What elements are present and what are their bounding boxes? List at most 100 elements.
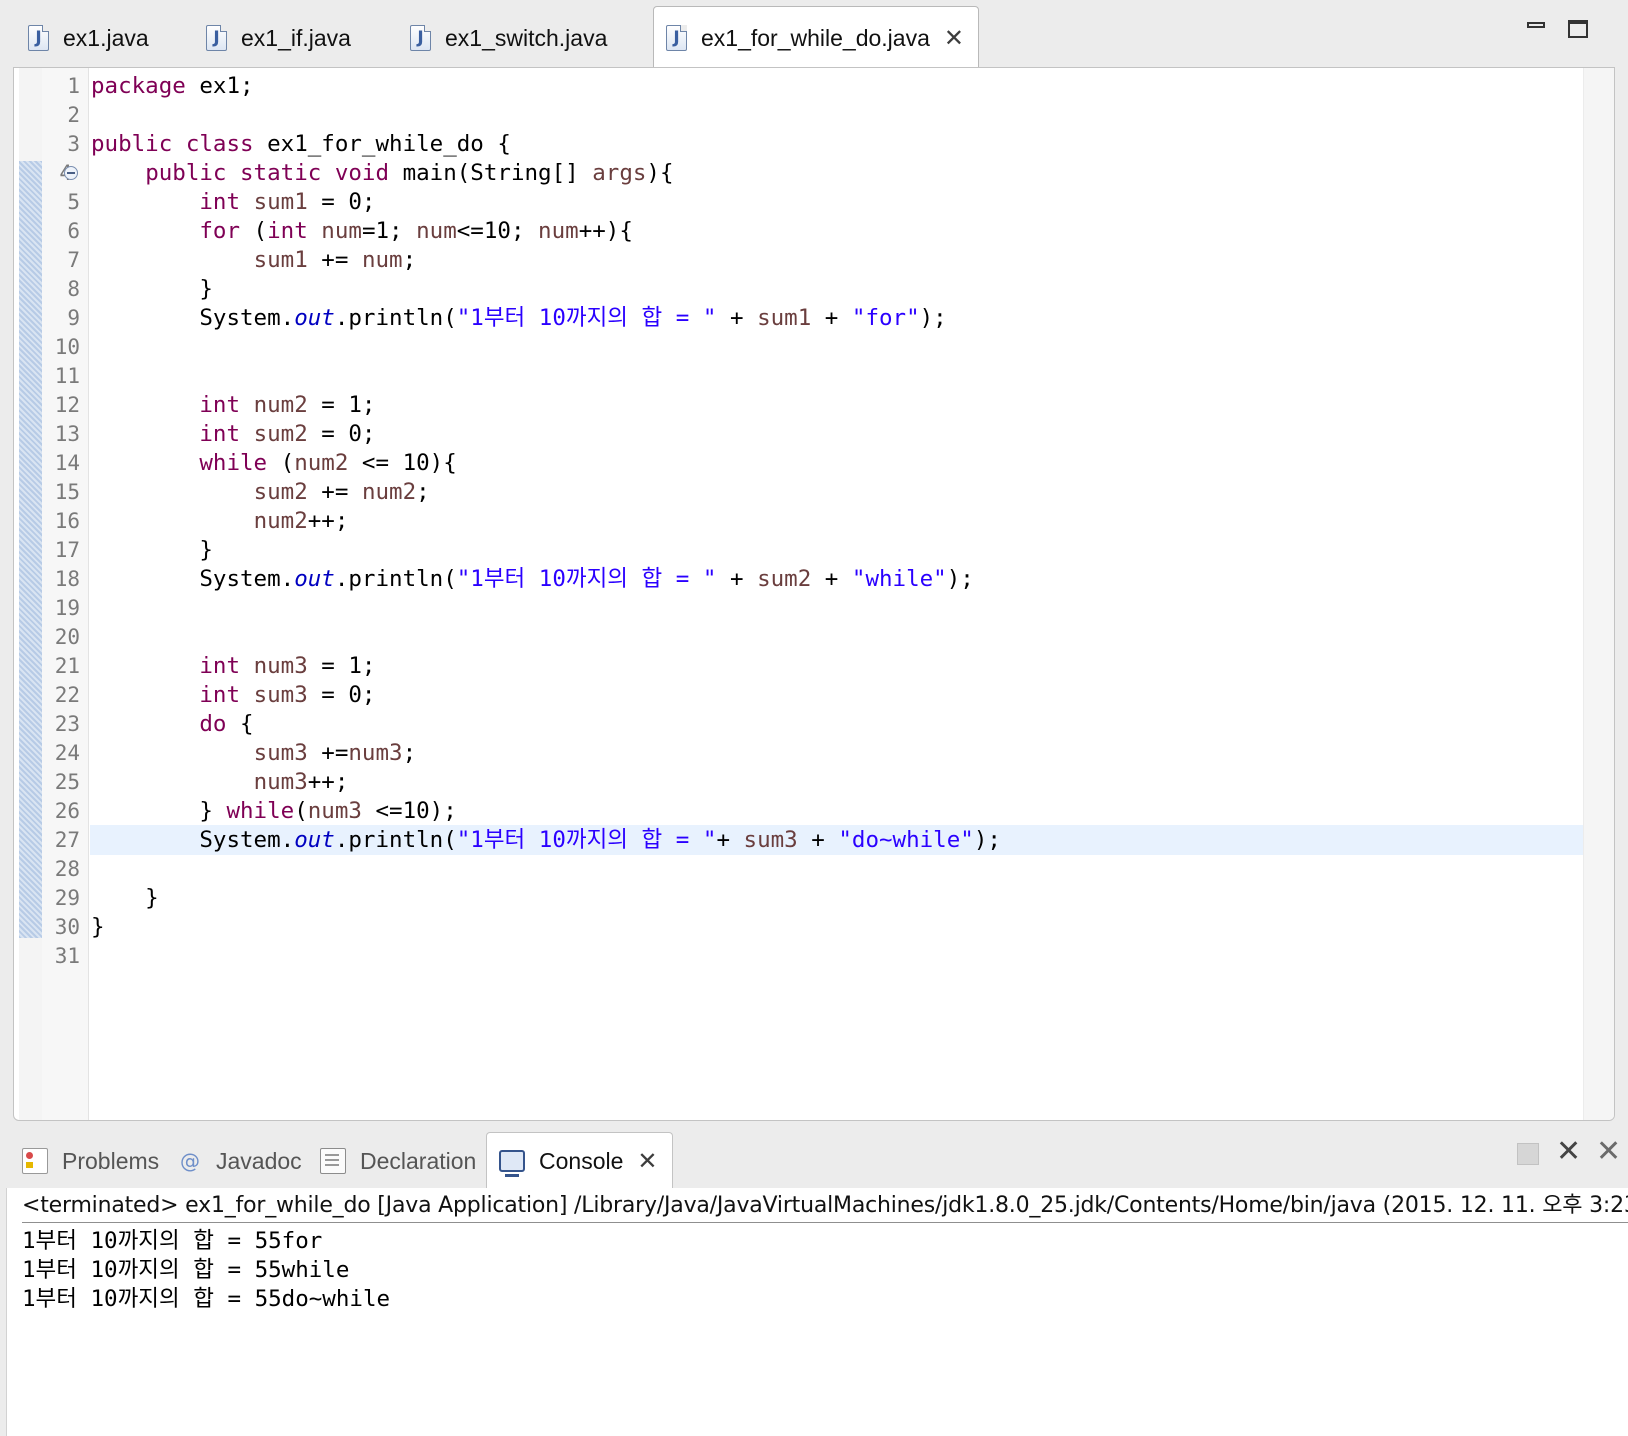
code-line[interactable]: System.out.println("1부터 10까지의 합 = "+ sum…	[90, 825, 1584, 855]
code-line[interactable]: public class ex1_for_while_do {	[90, 129, 1584, 159]
code-line[interactable]: System.out.println("1부터 10까지의 합 = " + su…	[90, 303, 1584, 333]
code-line[interactable]: int sum1 = 0;	[90, 187, 1584, 217]
range-indicator	[19, 161, 42, 938]
code-token: num2	[361, 479, 417, 505]
line-number: 16	[54, 509, 80, 533]
code-line[interactable]: System.out.println("1부터 10까지의 합 = " + su…	[90, 564, 1584, 594]
editor-tab-label: ex1_if.java	[241, 24, 351, 51]
code-token: .println(	[334, 827, 457, 853]
minimize-button[interactable]	[1525, 18, 1547, 40]
line-number: 22	[54, 683, 80, 707]
code-token: }	[91, 537, 213, 563]
editor-tab-ex1-for-while-do[interactable]: J ex1_for_while_do.java ✕	[653, 6, 979, 69]
code-token: +	[716, 305, 758, 331]
editor-tab-ex1[interactable]: J ex1.java	[28, 8, 149, 68]
code-line[interactable]	[90, 854, 1584, 884]
code-line[interactable]	[90, 100, 1584, 130]
line-number: 18	[54, 567, 80, 591]
line-number: 5	[67, 190, 80, 214]
code-token: (	[240, 218, 268, 244]
editor-tab-ex1-switch[interactable]: J ex1_switch.java	[410, 8, 607, 68]
code-token: num2	[253, 392, 308, 418]
code-token: int	[199, 421, 241, 447]
code-line[interactable]: sum2 += num2;	[90, 477, 1584, 507]
code-token: "1부터 10까지의 합 = "	[456, 566, 717, 592]
code-token: ){	[646, 160, 674, 186]
code-line[interactable]: for (int num=1; num<=10; num++){	[90, 216, 1584, 246]
code-line[interactable]: int num2 = 1;	[90, 390, 1584, 420]
line-number: 25	[54, 770, 80, 794]
code-token: <=10);	[361, 798, 457, 824]
maximize-button[interactable]	[1568, 18, 1590, 40]
code-line[interactable]: }	[90, 535, 1584, 565]
line-number: 3	[67, 132, 80, 156]
line-number: 29	[54, 886, 80, 910]
code-line[interactable]: package ex1;	[90, 71, 1584, 101]
code-line[interactable]	[90, 332, 1584, 362]
code-line[interactable]: sum1 += num;	[90, 245, 1584, 275]
code-line[interactable]	[90, 622, 1584, 652]
code-token: num	[538, 218, 579, 244]
code-token: <= 10){	[348, 450, 457, 476]
code-line[interactable]	[90, 361, 1584, 391]
code-line[interactable]: int num3 = 1;	[90, 651, 1584, 681]
console-divider	[22, 1222, 1628, 1223]
code-line[interactable]: } while(num3 <=10);	[90, 796, 1584, 826]
code-area[interactable]: package ex1; public class ex1_for_while_d…	[90, 68, 1584, 1120]
tab-problems[interactable]: Problems	[22, 1134, 159, 1188]
tab-declaration[interactable]: Declaration	[320, 1134, 476, 1188]
code-line[interactable]: sum3 +=num3;	[90, 738, 1584, 768]
collapse-fold-icon[interactable]	[64, 166, 78, 180]
editor-tab-label: ex1_switch.java	[445, 24, 608, 51]
code-token: sum3	[743, 827, 798, 853]
close-tab-icon[interactable]: ✕	[944, 26, 964, 50]
close-console-icon[interactable]: ✕	[637, 1149, 657, 1173]
code-line[interactable]: public static void main(String[] args){	[90, 158, 1584, 188]
code-line[interactable]: int sum3 = 0;	[90, 680, 1584, 710]
code-token: );	[919, 305, 947, 331]
code-token: .println(	[334, 305, 457, 331]
line-number: 15	[54, 480, 80, 504]
code-token: out	[294, 827, 335, 853]
code-line[interactable]: }	[90, 274, 1584, 304]
code-line[interactable]: }	[90, 883, 1584, 913]
code-token: "do~while"	[838, 827, 974, 853]
terminate-button[interactable]	[1517, 1143, 1539, 1165]
code-token: sum1	[757, 305, 812, 331]
code-line[interactable]: do {	[90, 709, 1584, 739]
code-token: num3	[307, 798, 362, 824]
code-line[interactable]: while (num2 <= 10){	[90, 448, 1584, 478]
code-token: }	[91, 276, 213, 302]
code-line[interactable]: num3++;	[90, 767, 1584, 797]
code-token: +=	[307, 247, 362, 273]
editor-tab-ex1-if[interactable]: J ex1_if.java	[206, 8, 351, 68]
code-line[interactable]: num2++;	[90, 506, 1584, 536]
line-number: 23	[54, 712, 80, 736]
code-token: = 0;	[307, 682, 376, 708]
code-editor[interactable]: 1234567891011121314151617181920212223242…	[13, 67, 1615, 1121]
code-line[interactable]: }	[90, 912, 1584, 942]
code-line[interactable]	[90, 941, 1584, 971]
tab-console[interactable]: Console ✕	[486, 1132, 673, 1189]
code-token: sum2	[757, 566, 812, 592]
java-file-icon: J	[666, 25, 687, 51]
code-token: }	[91, 885, 159, 911]
remove-launch-icon[interactable]: ✕	[1556, 1137, 1581, 1167]
code-token: void	[334, 160, 390, 186]
code-line[interactable]: int sum2 = 0;	[90, 419, 1584, 449]
code-token: while	[226, 798, 295, 824]
console-icon	[499, 1150, 525, 1177]
code-token: }	[91, 914, 105, 940]
console-view[interactable]: <terminated> ex1_for_while_do [Java Appl…	[6, 1188, 1628, 1436]
remove-all-launches-icon[interactable]: ✕	[1596, 1137, 1621, 1167]
code-token: +	[797, 827, 839, 853]
tab-javadoc[interactable]: @ Javadoc	[178, 1134, 302, 1188]
code-line[interactable]	[90, 593, 1584, 623]
code-token: num2	[294, 450, 349, 476]
